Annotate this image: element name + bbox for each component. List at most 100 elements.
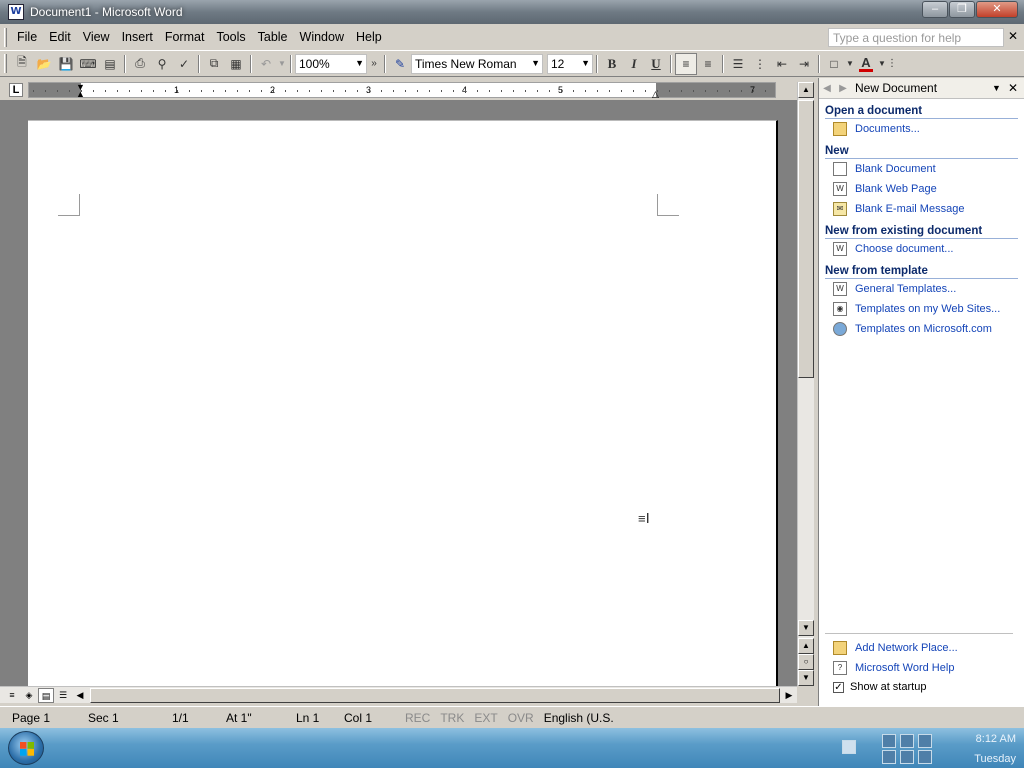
border-icon[interactable]: □ xyxy=(823,53,845,75)
link-blank-web-page[interactable]: W Blank Web Page xyxy=(833,179,1024,199)
spelling-icon[interactable]: ✓ xyxy=(173,53,195,75)
link-templates-microsoft[interactable]: Templates on Microsoft.com xyxy=(833,319,1024,339)
underline-button[interactable]: U xyxy=(645,53,667,75)
status-ext[interactable]: EXT xyxy=(469,711,502,725)
status-trk[interactable]: TRK xyxy=(435,711,469,725)
increase-indent-icon[interactable]: ⇥ xyxy=(793,53,815,75)
close-button[interactable]: ✕ xyxy=(976,1,1018,18)
keyboard-icon[interactable] xyxy=(842,740,856,754)
menu-file[interactable]: File xyxy=(11,28,43,46)
toolbar-options-icon[interactable]: » xyxy=(367,53,381,75)
menu-format[interactable]: Format xyxy=(159,28,211,46)
help-search-input[interactable]: Type a question for help xyxy=(828,28,1004,47)
task-pane: ◀ ▶ New Document ▼ ✕ Open a document Doc… xyxy=(818,78,1024,706)
power-icon[interactable] xyxy=(882,750,896,764)
status-language[interactable]: English (U.S. xyxy=(539,711,619,725)
paste-icon[interactable]: ▦ xyxy=(225,53,247,75)
ruler-tick xyxy=(153,90,154,92)
network-icon[interactable] xyxy=(882,734,896,748)
numbering-icon[interactable]: ☰ xyxy=(727,53,749,75)
print-icon[interactable]: ⎙ xyxy=(129,53,151,75)
clock[interactable]: 8:12 AM Tuesday xyxy=(974,731,1016,765)
start-button[interactable] xyxy=(8,731,44,765)
permission-icon[interactable]: ⌨ xyxy=(77,53,99,75)
volume-icon[interactable] xyxy=(900,734,914,748)
forward-arrow-icon[interactable]: ▶ xyxy=(835,83,851,94)
menu-window[interactable]: Window xyxy=(294,28,350,46)
font-select[interactable]: Times New Roman ▼ xyxy=(411,53,543,74)
menu-view[interactable]: View xyxy=(77,28,116,46)
zoom-select[interactable]: 100% ▼ xyxy=(295,53,367,74)
scroll-right-button[interactable]: ▶ xyxy=(781,688,797,703)
scroll-thumb[interactable] xyxy=(90,688,780,703)
next-page-button[interactable]: ▼ xyxy=(798,670,814,686)
link-general-templates[interactable]: W General Templates... xyxy=(833,279,1024,299)
print-preview-icon[interactable]: ▤ xyxy=(99,53,121,75)
link-choose-document[interactable]: W Choose document... xyxy=(833,239,1024,259)
decrease-indent-icon[interactable]: ⇤ xyxy=(771,53,793,75)
word-app-icon[interactable]: W xyxy=(8,4,24,20)
outline-view-icon[interactable]: ☰ xyxy=(55,688,71,703)
security-icon[interactable] xyxy=(918,734,932,748)
menu-insert[interactable]: Insert xyxy=(116,28,159,46)
updates-icon[interactable] xyxy=(918,750,932,764)
tab-selector[interactable]: L xyxy=(9,83,23,97)
minimize-button[interactable]: – xyxy=(922,1,948,18)
menu-tools[interactable]: Tools xyxy=(210,28,251,46)
new-document-icon[interactable]: 🗎 xyxy=(11,53,33,75)
display-icon[interactable] xyxy=(900,750,914,764)
link-blank-document[interactable]: Blank Document xyxy=(833,159,1024,179)
title-bar[interactable]: W Document1 - Microsoft Word – ❐ ✕ xyxy=(0,0,1024,24)
toolbar-grip[interactable] xyxy=(4,27,7,47)
task-pane-close-icon[interactable]: ✕ xyxy=(1008,81,1024,95)
vertical-scrollbar[interactable]: ▲ ▼ ▲ ○ ▼ xyxy=(797,82,814,686)
horizontal-ruler[interactable]: ▼ ▲ △ 1 2 3 4 5 7 xyxy=(28,82,776,99)
scroll-left-button[interactable]: ◀ xyxy=(72,688,88,703)
status-ovr[interactable]: OVR xyxy=(503,711,539,725)
bold-button[interactable]: B xyxy=(601,53,623,75)
select-browse-object-button[interactable]: ○ xyxy=(798,654,814,670)
font-color-icon[interactable]: A xyxy=(855,53,877,75)
scroll-thumb[interactable] xyxy=(798,100,814,378)
close-document-icon[interactable]: ✕ xyxy=(1008,29,1018,43)
scroll-up-button[interactable]: ▲ xyxy=(798,82,814,98)
undo-dropdown-icon[interactable]: ▼ xyxy=(277,53,287,75)
save-icon[interactable]: 💾 xyxy=(55,53,77,75)
show-at-startup-checkbox[interactable]: ✓ Show at startup xyxy=(833,678,1013,696)
styles-icon[interactable]: ✎ xyxy=(389,53,411,75)
undo-icon[interactable]: ↶ xyxy=(255,53,277,75)
status-rec[interactable]: REC xyxy=(400,711,435,725)
ruler-tick xyxy=(513,90,514,92)
previous-page-button[interactable]: ▲ xyxy=(798,638,814,654)
italic-button[interactable]: I xyxy=(623,53,645,75)
print-layout-view-icon[interactable]: ▤ xyxy=(38,688,54,703)
copy-icon[interactable]: ⧉ xyxy=(203,53,225,75)
scroll-down-button[interactable]: ▼ xyxy=(798,620,814,636)
link-blank-email[interactable]: ✉ Blank E-mail Message xyxy=(833,199,1024,219)
web-layout-view-icon[interactable]: ◈ xyxy=(21,688,37,703)
back-arrow-icon[interactable]: ◀ xyxy=(819,83,835,94)
toolbar-options-icon[interactable]: ⋮ xyxy=(887,53,897,75)
link-word-help[interactable]: ? Microsoft Word Help xyxy=(833,658,1013,678)
ruler-tick xyxy=(585,90,586,92)
open-folder-icon[interactable]: 📂 xyxy=(33,53,55,75)
link-add-network-place[interactable]: Add Network Place... xyxy=(833,638,1013,658)
border-dropdown-icon[interactable]: ▼ xyxy=(845,53,855,75)
document-page[interactable] xyxy=(28,120,778,686)
align-left-icon[interactable]: ≡ xyxy=(675,52,697,75)
font-color-dropdown-icon[interactable]: ▼ xyxy=(877,53,887,75)
link-templates-web-sites[interactable]: ◉ Templates on my Web Sites... xyxy=(833,299,1024,319)
search-icon[interactable]: ⚲ xyxy=(151,53,173,75)
normal-view-icon[interactable]: ≡ xyxy=(4,688,20,703)
align-center-icon[interactable]: ≡ xyxy=(697,53,719,75)
font-size-select[interactable]: 12 ▼ xyxy=(547,53,593,74)
toolbar-grip[interactable] xyxy=(4,54,7,73)
menu-help[interactable]: Help xyxy=(350,28,388,46)
menu-table[interactable]: Table xyxy=(252,28,294,46)
horizontal-scrollbar[interactable]: ≡ ◈ ▤ ☰ ◀ ▶ xyxy=(0,686,797,703)
link-documents[interactable]: Documents... xyxy=(833,119,1024,139)
bullets-icon[interactable]: ⋮ xyxy=(749,53,771,75)
restore-button[interactable]: ❐ xyxy=(949,1,975,18)
menu-edit[interactable]: Edit xyxy=(43,28,77,46)
task-pane-menu-icon[interactable]: ▼ xyxy=(992,83,1008,93)
